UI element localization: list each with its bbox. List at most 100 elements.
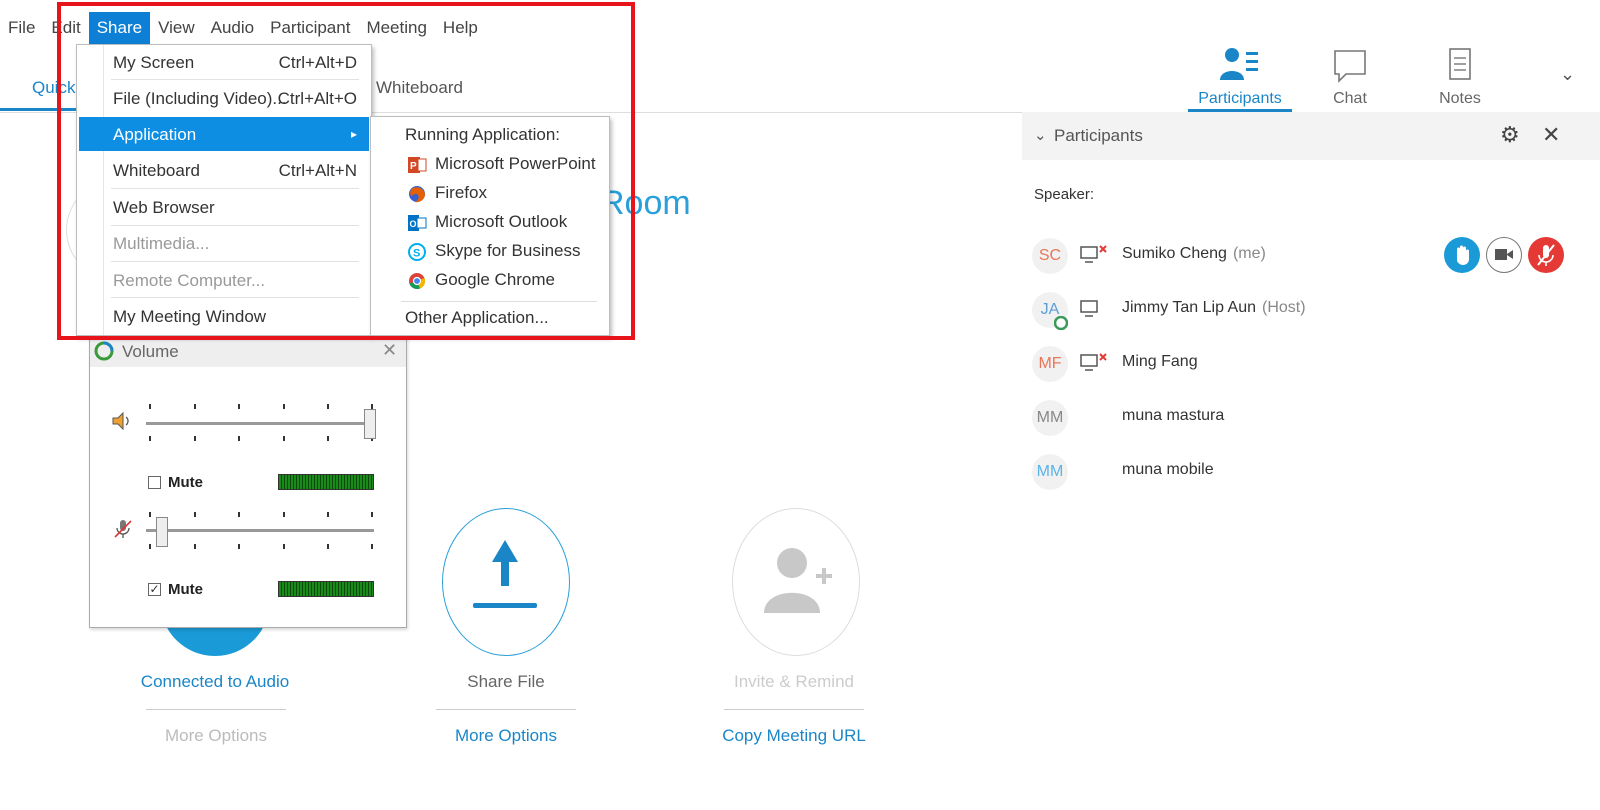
host-badge-icon	[1054, 316, 1068, 330]
share-file-button[interactable]	[442, 508, 570, 656]
mic-mute-label: Mute	[168, 581, 203, 598]
speaker-volume-track	[146, 422, 374, 425]
participant-row[interactable]: MM muna mobile	[1032, 450, 1592, 494]
participant-tag: (me)	[1232, 245, 1266, 262]
participant-row[interactable]: MM muna mastura	[1032, 396, 1592, 440]
avatar: MF	[1032, 346, 1068, 382]
mic-volume-track	[146, 529, 374, 532]
close-icon[interactable]: ✕	[1542, 122, 1560, 148]
tick	[149, 436, 151, 441]
share-file-label[interactable]: Share File	[406, 672, 606, 692]
chat-button[interactable]: Chat	[1290, 46, 1410, 110]
copy-meeting-url-link[interactable]: Copy Meeting URL	[694, 726, 894, 746]
participant-name: Sumiko Cheng (me)	[1122, 245, 1266, 263]
mic-level-meter	[278, 581, 374, 597]
avatar: MM	[1032, 400, 1068, 436]
mic-muted-icon	[114, 520, 132, 538]
participant-row[interactable]: MF Ming Fang	[1032, 342, 1592, 386]
chevron-down-icon[interactable]: ⌄	[1560, 64, 1575, 85]
audio-label[interactable]: Connected to Audio	[115, 672, 315, 692]
participant-name: Ming Fang	[1122, 353, 1198, 371]
participant-name-text: Jimmy Tan Lip Aun	[1122, 299, 1256, 316]
speaker-mute-label: Mute	[168, 474, 203, 491]
speaker-mute-checkbox[interactable]	[148, 476, 161, 489]
tick	[327, 512, 329, 517]
tick	[149, 404, 151, 409]
tick	[238, 404, 240, 409]
participant-name-text: Sumiko Cheng	[1122, 245, 1227, 262]
avatar: MM	[1032, 454, 1068, 490]
divider	[436, 709, 576, 710]
volume-title-bar[interactable]: Volume ✕	[90, 337, 406, 367]
tick	[238, 512, 240, 517]
tick	[371, 544, 373, 549]
tick	[194, 512, 196, 517]
participant-name-text: muna mastura	[1122, 407, 1225, 424]
video-camera-icon	[1495, 249, 1513, 260]
tick	[327, 544, 329, 549]
tick	[149, 512, 151, 517]
participant-name-text: Ming Fang	[1122, 353, 1198, 370]
tick	[283, 404, 285, 409]
speaker-icon	[112, 411, 129, 431]
avatar: SC	[1032, 238, 1068, 274]
participant-row[interactable]: JA Jimmy Tan Lip Aun (Host)	[1032, 288, 1592, 332]
panel-header: ⌄ Participants ⚙ ✕	[1022, 112, 1600, 160]
audio-more-options: More Options	[164, 726, 268, 745]
add-user-icon	[764, 548, 832, 613]
share-more-options[interactable]: More Options	[406, 726, 606, 746]
screen-share-denied-icon	[1080, 353, 1107, 371]
mic-mute-checkbox[interactable]: ✓	[148, 583, 161, 596]
notes-button[interactable]: Notes	[1400, 46, 1520, 110]
divider	[724, 709, 864, 710]
upload-icon	[473, 540, 537, 608]
volume-app-icon	[94, 341, 114, 361]
participant-name: Jimmy Tan Lip Aun (Host)	[1122, 299, 1306, 317]
hand-icon	[1457, 245, 1469, 265]
highlight-annotation	[57, 2, 635, 340]
invite-label: Invite & Remind	[734, 672, 854, 691]
participants-icon	[1220, 48, 1258, 80]
tick	[194, 544, 196, 549]
video-button[interactable]	[1486, 237, 1522, 273]
participant-tag: (Host)	[1262, 299, 1306, 316]
tick	[371, 512, 373, 517]
volume-dialog: Volume ✕ Mute ✓ Mute	[89, 336, 407, 628]
tick	[327, 436, 329, 441]
tick	[194, 436, 196, 441]
panel-title: Participants	[1054, 126, 1143, 145]
volume-title: Volume	[122, 342, 179, 361]
chat-button-label: Chat	[1333, 90, 1367, 107]
menu-file[interactable]: File	[0, 12, 43, 44]
participants-panel: ⌄ Participants ⚙ ✕ Speaker: SC Sumiko Ch…	[1022, 112, 1600, 810]
tick	[283, 436, 285, 441]
tick	[238, 436, 240, 441]
participant-name: muna mastura	[1122, 407, 1224, 425]
raise-hand-button[interactable]	[1444, 237, 1480, 273]
speaker-level-meter	[278, 474, 374, 490]
participant-row[interactable]: SC Sumiko Cheng (me)	[1032, 234, 1592, 278]
mic-volume-slider[interactable]	[156, 517, 168, 547]
chat-icon	[1334, 50, 1366, 83]
gear-icon[interactable]: ⚙	[1500, 122, 1520, 148]
divider	[146, 709, 286, 710]
tick	[283, 512, 285, 517]
tick	[283, 544, 285, 549]
tick	[238, 544, 240, 549]
mute-mic-button[interactable]	[1528, 237, 1564, 273]
tick	[194, 404, 196, 409]
notes-button-label: Notes	[1439, 90, 1481, 107]
participants-button[interactable]: Participants	[1180, 46, 1300, 112]
participants-button-label: Participants	[1198, 90, 1282, 107]
collapse-chevron-icon[interactable]: ⌄	[1034, 126, 1047, 144]
tick	[327, 404, 329, 409]
close-icon[interactable]: ✕	[382, 340, 397, 361]
participant-name-text: muna mobile	[1122, 461, 1214, 478]
invite-button[interactable]	[732, 508, 860, 656]
tick	[149, 544, 151, 549]
speaker-volume-slider[interactable]	[364, 409, 376, 439]
mic-off-icon	[1537, 244, 1555, 266]
notes-icon	[1449, 48, 1471, 80]
participant-name: muna mobile	[1122, 461, 1214, 479]
speaker-label: Speaker:	[1034, 186, 1095, 203]
